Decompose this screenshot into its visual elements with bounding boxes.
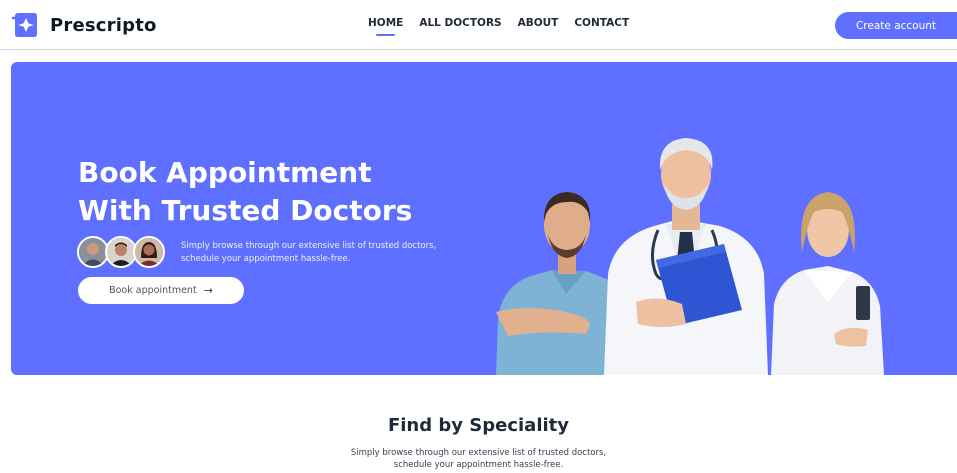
hero-description: Simply browse through our extensive list… <box>181 240 501 266</box>
nav-home[interactable]: HOME <box>368 17 403 36</box>
avatar-group <box>77 236 173 268</box>
doctor-senior <box>604 138 768 375</box>
doctors-image <box>496 138 884 375</box>
book-appointment-label: Book appointment <box>109 285 197 296</box>
speciality-description: Simply browse through our extensive list… <box>0 447 957 471</box>
doctor-male-scrubs <box>496 192 625 375</box>
speciality-heading: Find by Speciality <box>387 415 570 436</box>
hero-description-line-1: Simply browse through our extensive list… <box>181 241 437 251</box>
hero-title-line-2: With Trusted Doctors <box>78 194 413 227</box>
nav-links: HOME ALL DOCTORS ABOUT CONTACT <box>368 17 645 36</box>
arrow-right-icon: → <box>203 284 213 297</box>
nav-all-doctors[interactable]: ALL DOCTORS <box>419 17 501 29</box>
book-appointment-button[interactable]: Book appointment → <box>78 277 244 304</box>
logo-icon <box>11 13 37 37</box>
hero-description-line-2: schedule your appointment hassle-free. <box>181 254 351 264</box>
speciality-description-line-2: schedule your appointment hassle-free. <box>393 460 564 470</box>
speciality-description-line-1: Simply browse through our extensive list… <box>350 448 607 458</box>
nav-about[interactable]: ABOUT <box>518 17 559 29</box>
logo[interactable]: Prescripto <box>11 12 157 38</box>
doctor-female <box>771 192 884 375</box>
hero-title: Book Appointment With Trusted Doctors <box>78 154 412 230</box>
create-account-button[interactable]: Create account <box>835 12 957 39</box>
avatar <box>133 236 165 268</box>
navbar: Prescripto HOME ALL DOCTORS ABOUT CONTAC… <box>0 0 957 50</box>
hero-title-line-1: Book Appointment <box>78 156 372 189</box>
nav-contact[interactable]: CONTACT <box>574 17 629 29</box>
brand-name: Prescripto <box>50 14 157 36</box>
hero-banner: Book Appointment With Trusted Doctors Si… <box>11 62 957 375</box>
